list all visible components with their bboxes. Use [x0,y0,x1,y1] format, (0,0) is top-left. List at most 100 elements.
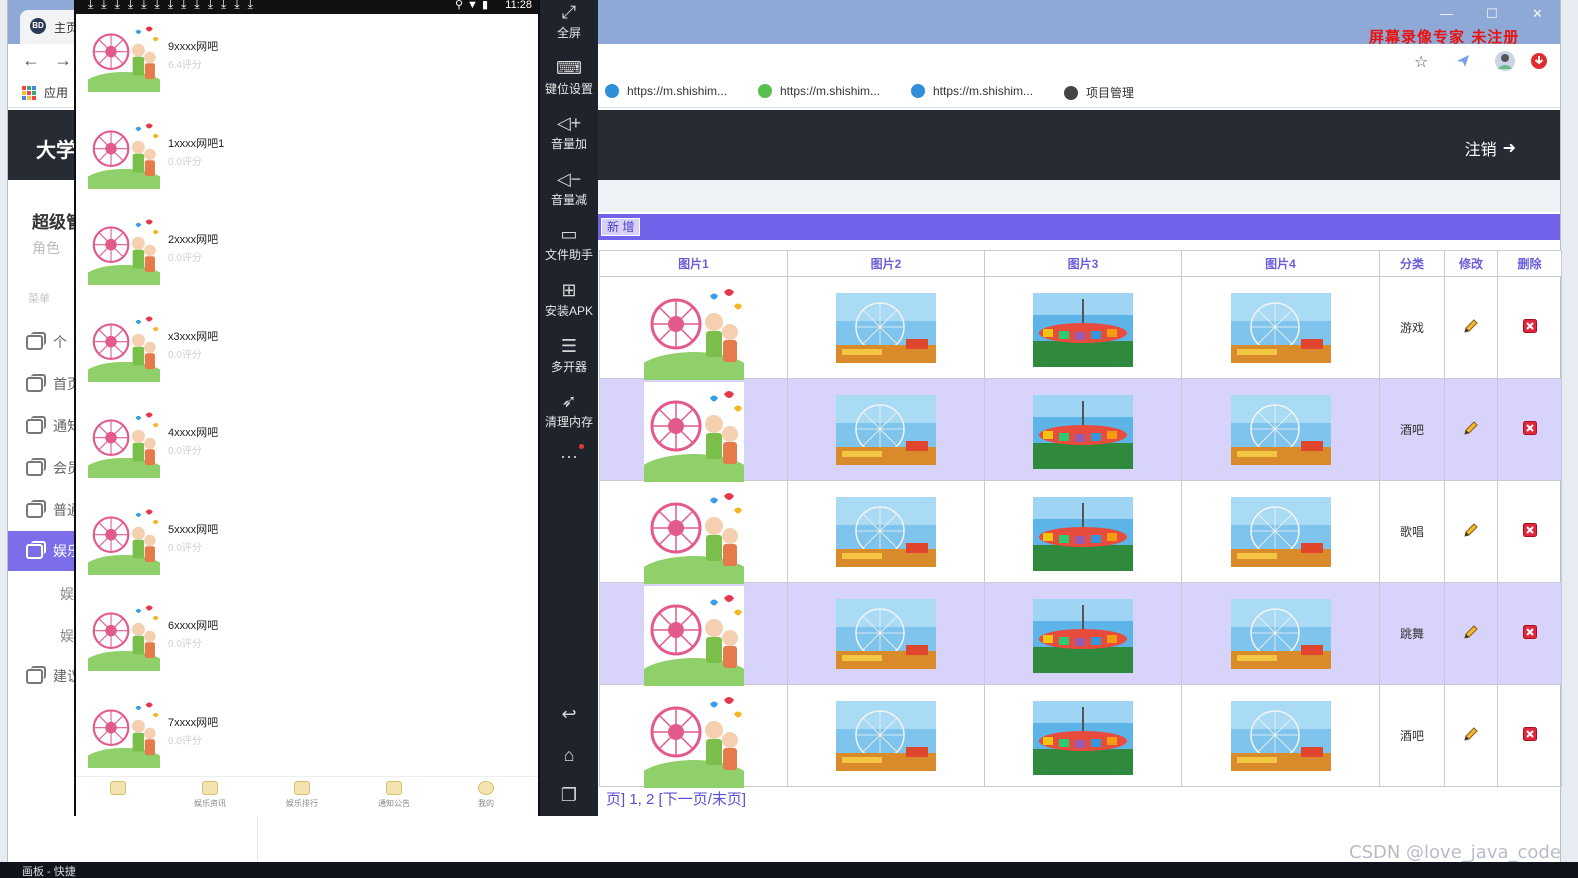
bookmark-star-icon[interactable]: ☆ [1414,52,1428,72]
more-button[interactable]: ··· [540,444,598,468]
taskbar: 画板 - 快捷 [0,862,1578,878]
bookmark-label: https://m.shishim... [933,84,1034,98]
bookmark-apps[interactable]: 应用 [22,84,68,101]
pencil-icon[interactable] [1462,523,1480,542]
multi-instance-button[interactable]: ☰ 多开器 [540,336,598,375]
extension-icon[interactable] [1454,52,1472,70]
avatar[interactable] [1494,50,1516,72]
ferris-wheel-image[interactable] [1230,496,1331,567]
bookmark-link[interactable]: https://m.shishim... [758,84,880,98]
ride-image[interactable] [1033,496,1133,571]
android-back-button[interactable]: ↩ [540,704,598,726]
ride-image[interactable] [1033,394,1133,469]
ferris-wheel-image[interactable] [836,496,936,567]
cartoon-image[interactable] [633,687,754,808]
venue-name: x3xxx网吧 [168,330,219,343]
column-header[interactable]: 图片2 [787,250,985,277]
android-recents-button[interactable]: ❐ [540,785,598,807]
delete-icon[interactable] [1522,625,1537,642]
home-icon [110,781,126,795]
rocket-icon: ➶ [561,391,577,411]
delete-icon[interactable] [1522,319,1537,336]
bookmark-link[interactable]: 项目管理 [1064,84,1134,101]
column-header[interactable]: 修改 [1444,250,1498,277]
nav-notice[interactable]: 通知公告 [354,781,434,809]
keymap-button[interactable]: ⌨ 键位设置 [540,58,598,97]
edit-cell [1444,684,1498,787]
pencil-icon[interactable] [1462,727,1480,746]
android-home-button[interactable]: ⌂ [540,745,598,767]
nav-news[interactable]: 娱乐资讯 [170,781,250,809]
pagination[interactable]: 页] 1, 2 [下一页/末页] [606,788,746,809]
notice-icon [386,781,402,795]
delete-icon[interactable] [1522,421,1537,438]
ferris-wheel-image[interactable] [836,292,936,363]
ride-image[interactable] [1033,292,1133,367]
pencil-icon[interactable] [1462,319,1480,338]
edit-cell [1444,378,1498,481]
ferris-wheel-image[interactable] [836,598,936,669]
list-item[interactable]: 2xxxx网吧 0.0评分 [80,213,528,300]
taskbar-item[interactable]: 画板 - 快捷 [22,863,76,878]
list-item[interactable]: 5xxxx网吧 0.0评分 [80,502,528,589]
column-header[interactable]: 图片3 [984,250,1182,277]
list-item[interactable]: 7xxxx网吧 0.0评分 [80,695,528,782]
ferris-wheel-image[interactable] [1230,700,1331,771]
edit-cell [1444,582,1498,685]
install-apk-button[interactable]: ⊞ 安装APK [540,280,598,319]
nav-ranking[interactable]: 娱乐排行 [262,781,342,809]
ferris-wheel-image[interactable] [836,700,936,771]
minimize-icon[interactable]: — [1440,6,1453,21]
close-window-icon[interactable]: ✕ [1532,6,1543,22]
forward-arrow-icon[interactable]: → [54,50,72,71]
list-item[interactable]: 4xxxx网吧 0.0评分 [80,406,528,493]
cartoon-image[interactable] [633,279,754,400]
cartoon-image[interactable] [633,483,754,604]
logout-button[interactable]: 注销 ➜ [1465,136,1516,160]
column-header[interactable]: 删除 [1497,250,1562,277]
pencil-icon[interactable] [1462,625,1480,644]
cartoon-image[interactable] [633,585,754,706]
ferris-wheel-image[interactable] [1230,292,1331,363]
volume-down-button[interactable]: ◁− 音量减 [540,169,598,208]
list-item[interactable]: x3xxx网吧 0.0评分 [80,309,528,396]
venue-thumbnail [80,406,168,493]
delete-cell [1497,582,1562,685]
delete-cell [1497,684,1562,787]
delete-icon[interactable] [1522,727,1537,744]
ferris-wheel-image[interactable] [1230,394,1331,465]
sidebar-subitem[interactable]: 娱 [60,584,74,604]
ride-image[interactable] [1033,700,1133,775]
column-header[interactable]: 分类 [1379,250,1445,277]
add-button[interactable]: 新 增 [601,218,641,236]
maximize-icon[interactable]: ☐ [1486,6,1498,22]
adblock-icon[interactable] [1530,52,1548,70]
list-item[interactable]: 6xxxx网吧 0.0评分 [80,599,528,686]
stack-icon: ☰ [560,336,578,356]
back-arrow-icon[interactable]: ← [22,50,40,71]
sidebar-subitem[interactable]: 娱 [60,626,74,646]
volume-up-button[interactable]: ◁+ 音量加 [540,113,598,152]
ferris-wheel-image[interactable] [1230,598,1331,669]
apps-grid-icon [22,85,36,100]
column-header[interactable]: 图片4 [1181,250,1380,277]
clean-memory-button[interactable]: ➶ 清理内存 [540,391,598,430]
column-header[interactable]: 图片1 [599,250,788,277]
profile-icon [478,781,494,795]
nav-mine[interactable]: 我的 [446,781,526,809]
volume-up-icon: ◁+ [556,113,582,133]
list-item[interactable]: 1xxxx网吧1 0.0评分 [80,116,528,203]
venue-thumbnail [80,213,168,300]
pencil-icon[interactable] [1462,421,1480,440]
ferris-wheel-image[interactable] [836,394,936,465]
list-item[interactable]: 9xxxx网吧 6.4评分 [80,20,528,107]
wechat-icon [758,84,772,98]
file-assistant-button[interactable]: ▭ 文件助手 [540,224,598,263]
bookmark-link[interactable]: https://m.shishim... [911,84,1033,98]
nav-home[interactable]: 首页 [78,781,158,809]
ride-image[interactable] [1033,598,1133,673]
bookmark-link[interactable]: https://m.shishim... [605,84,727,98]
cartoon-image[interactable] [633,381,754,502]
delete-icon[interactable] [1522,523,1537,540]
fullscreen-button[interactable]: ⤢ 全屏 [540,2,598,41]
